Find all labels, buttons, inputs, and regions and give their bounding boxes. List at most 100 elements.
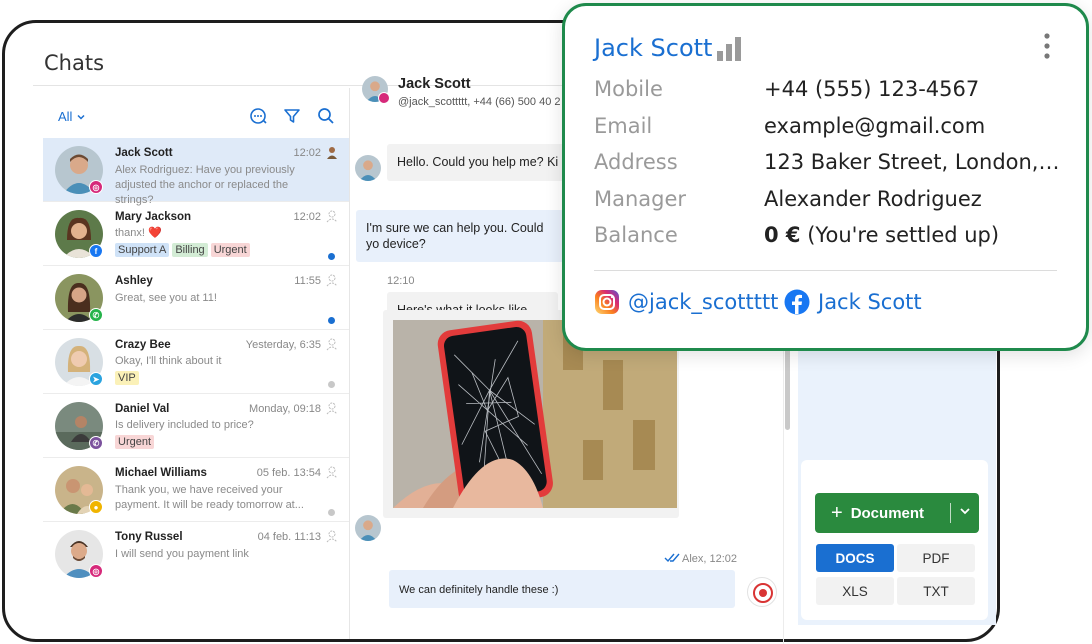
double-check-icon — [664, 553, 680, 563]
message-time: 12:10 — [387, 275, 415, 287]
company-logo-icon — [753, 583, 773, 603]
facebook-link[interactable]: Jack Scott — [784, 289, 922, 315]
field-value[interactable]: +44 (555) 123-4567 — [764, 77, 1064, 101]
unassigned-icon — [326, 466, 338, 479]
chat-name: Tony Russel — [115, 531, 183, 543]
unassigned-icon — [326, 338, 338, 351]
chat-list-item[interactable]: ◎ Tony Russel 04 feb. 11:13 I will send … — [43, 522, 349, 586]
read-dot — [328, 509, 335, 516]
filter-label: All — [58, 109, 73, 124]
whatsapp-icon: ✆ — [89, 308, 103, 322]
unassigned-icon — [326, 274, 338, 287]
pane-divider — [349, 88, 350, 639]
tag-badge: Support A — [115, 243, 170, 257]
chat-time: 12:02 — [293, 211, 321, 223]
field-value: 0 € (You're settled up) — [764, 223, 1064, 247]
more-vertical-icon[interactable] — [1042, 31, 1052, 61]
balance-note: (You're settled up) — [807, 223, 1000, 247]
balance-amount: 0 € — [764, 223, 801, 247]
contact-divider — [594, 270, 1057, 271]
instagram-icon — [595, 290, 619, 314]
contact-card: Jack Scott Mobile +44 (555) 123-4567 Ema… — [562, 3, 1089, 351]
conversation-subtitle: @jack_scottttt, +44 (66) 500 40 2 — [398, 96, 561, 108]
plus-icon: + — [831, 501, 843, 524]
field-value[interactable]: Alexander Rodriguez — [764, 187, 1064, 211]
chat-list-item[interactable]: ◎ Jack Scott 12:02 Alex Rodriguez: Have … — [43, 138, 349, 206]
new-chat-icon[interactable] — [248, 106, 268, 126]
chat-time: Yesterday, 6:35 — [245, 339, 321, 351]
viber-icon: ✆ — [89, 436, 103, 450]
unassigned-icon — [326, 210, 338, 223]
screen: Chats All ◎ Jack Scott 12:02 Alex Rodrig… — [0, 0, 1092, 644]
tag-badge: VIP — [115, 371, 139, 385]
chat-list-item[interactable]: ➤ Crazy Bee Yesterday, 6:35 Okay, I'll t… — [43, 330, 349, 394]
agent-avatar — [747, 577, 777, 607]
title-divider — [33, 85, 567, 86]
page-title: Chats — [44, 51, 105, 75]
tag-badge: Billing — [172, 243, 208, 257]
chat-name: Ashley — [115, 275, 153, 287]
chat-list-toolbar: All — [43, 96, 349, 136]
incoming-message: Hello. Could you help me? Ki — [387, 144, 567, 181]
add-document-button[interactable]: + Document — [815, 493, 979, 533]
chat-time: 04 feb. 11:13 — [257, 531, 321, 543]
field-value[interactable]: example@gmail.com — [764, 114, 1064, 138]
chat-name: Daniel Val — [115, 403, 170, 415]
customer-avatar — [355, 155, 381, 181]
instagram-icon — [378, 92, 390, 104]
message-status: Alex, 12:02 — [682, 553, 738, 565]
chat-name: Crazy Bee — [115, 339, 171, 351]
chat-time: 11:55 — [294, 275, 321, 287]
unread-dot — [328, 317, 335, 324]
format-docs-option[interactable]: DOCS — [816, 544, 894, 572]
chat-list-item[interactable]: ✆ Daniel Val Monday, 09:18 Is delivery i… — [43, 394, 349, 458]
format-xls-option[interactable]: XLS — [816, 577, 894, 605]
chat-preview: Thank you, we have received your payment… — [115, 484, 304, 511]
chevron-down-icon — [77, 114, 85, 120]
tag-list: Urgent — [115, 435, 155, 449]
filter-icon[interactable] — [282, 106, 302, 126]
tag-list: Support A Billing Urgent — [115, 243, 250, 257]
chevron-down-icon[interactable] — [959, 505, 971, 517]
tag-list: VIP — [115, 371, 139, 385]
instagram-link[interactable]: @jack_scottttt — [594, 289, 778, 315]
filter-dropdown[interactable]: All — [58, 109, 86, 124]
instagram-handle: @jack_scottttt — [628, 290, 779, 314]
facebook-icon — [784, 289, 810, 315]
signal-bars-icon — [717, 37, 741, 61]
field-value[interactable]: 123 Baker Street, London, W... — [764, 150, 1064, 174]
chat-list-item[interactable]: ✆ Ashley 11:55 Great, see you at 11! — [43, 266, 349, 330]
chat-preview: thanx! ❤️ — [115, 227, 162, 239]
outgoing-message: I'm sure we can help you. Could yo devic… — [356, 210, 564, 262]
field-label: Email — [594, 114, 653, 138]
chat-name: Mary Jackson — [115, 211, 192, 223]
conversation-name: Jack Scott — [398, 76, 471, 92]
document-button-label: Document — [850, 504, 925, 522]
tag-badge: Urgent — [115, 435, 155, 449]
field-label: Manager — [594, 187, 687, 211]
chat-time: 05 feb. 13:54 — [256, 467, 321, 479]
widget-chat-icon: ● — [89, 500, 103, 514]
chat-preview: I will send you payment link — [115, 548, 249, 560]
format-pdf-option[interactable]: PDF — [897, 544, 975, 572]
search-icon[interactable] — [316, 106, 336, 126]
format-txt-option[interactable]: TXT — [897, 577, 975, 605]
read-dot — [328, 381, 335, 388]
chat-list-item[interactable]: ● Michael Williams 05 feb. 13:54 Thank y… — [43, 458, 349, 522]
unassigned-icon — [326, 530, 338, 543]
outgoing-message: We can definitely handle these :) — [389, 570, 735, 608]
chat-name: Michael Williams — [115, 467, 207, 479]
field-label: Balance — [594, 223, 678, 247]
agent-avatar-icon — [327, 147, 337, 159]
field-label: Mobile — [594, 77, 663, 101]
chat-list-pane: All ◎ Jack Scott 12:02 Alex Rodriguez: H… — [43, 88, 349, 639]
chat-list-item[interactable]: f Mary Jackson 12:02 thanx! ❤️ Support A… — [43, 202, 349, 266]
contact-name[interactable]: Jack Scott — [594, 34, 712, 62]
chat-name: Jack Scott — [115, 147, 173, 159]
unassigned-icon — [326, 402, 338, 415]
tag-badge: Urgent — [210, 243, 250, 257]
instagram-icon: ◎ — [89, 564, 103, 578]
chat-time: 12:02 — [293, 147, 321, 159]
instagram-icon: ◎ — [89, 180, 103, 194]
button-separator — [950, 503, 951, 523]
